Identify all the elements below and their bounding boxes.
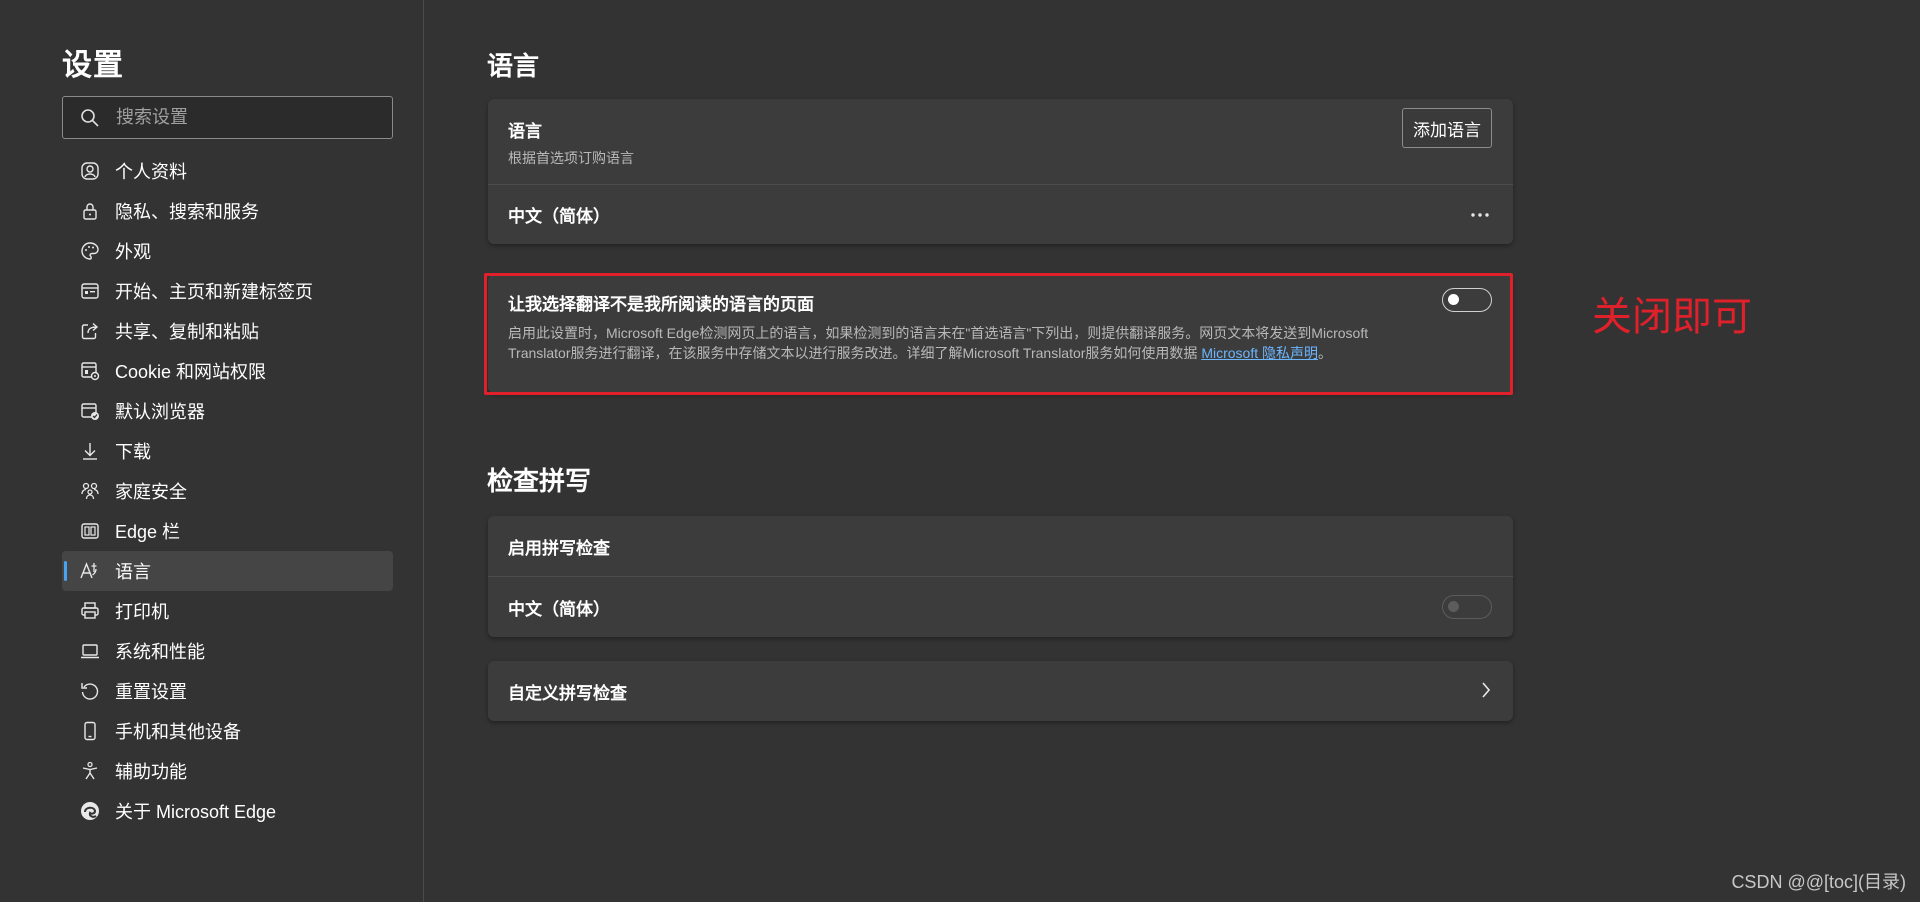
toggle-knob: [1448, 601, 1459, 612]
default-browser-icon: [79, 400, 101, 422]
sidebar-item-cookies[interactable]: Cookie 和网站权限: [62, 351, 393, 391]
language-row-title: 语言: [508, 122, 542, 141]
sidebar-nav: 个人资料 隐私、搜索和服务 外观 开始、主页和新建标签页 共享、复制和粘贴 Co…: [62, 151, 393, 831]
sidebar-item-label: Cookie 和网站权限: [115, 362, 267, 382]
translate-description: 启用此设置时，Microsoft Edge检测网页上的语言，如果检测到的语言未在…: [508, 323, 1428, 363]
sidebar-item-label: 个人资料: [115, 162, 187, 182]
sidebar-item-appearance[interactable]: 外观: [62, 231, 393, 271]
sidebar-item-label: 家庭安全: [115, 482, 187, 502]
translate-card: 让我选择翻译不是我所阅读的语言的页面 启用此设置时，Microsoft Edge…: [488, 275, 1513, 393]
profile-icon: [79, 160, 101, 182]
sidebar-item-system[interactable]: 系统和性能: [62, 631, 393, 671]
toggle-knob: [1448, 294, 1459, 305]
sidebar-item-label: 下载: [115, 442, 151, 462]
language-section-title: 语言: [487, 51, 540, 81]
sidebar-item-phone[interactable]: 手机和其他设备: [62, 711, 393, 751]
language-icon: [79, 560, 101, 582]
translate-title: 让我选择翻译不是我所阅读的语言的页面: [508, 295, 814, 314]
sidebar-item-language[interactable]: 语言: [62, 551, 393, 591]
sidebar-item-accessibility[interactable]: 辅助功能: [62, 751, 393, 791]
translate-content: 让我选择翻译不是我所阅读的语言的页面 启用此设置时，Microsoft Edge…: [508, 290, 1428, 363]
lock-icon: [79, 200, 101, 222]
sidebar-item-label: 打印机: [115, 602, 169, 622]
spell-language-row: 中文（简体）: [488, 576, 1513, 637]
language-item-row: 中文（简体）: [488, 184, 1513, 244]
sidebar-item-reset[interactable]: 重置设置: [62, 671, 393, 711]
download-icon: [79, 440, 101, 462]
palette-icon: [79, 240, 101, 262]
accessibility-icon: [79, 760, 101, 782]
home-tab-icon: [79, 280, 101, 302]
sidebar-item-share[interactable]: 共享、复制和粘贴: [62, 311, 393, 351]
edge-bar-icon: [79, 520, 101, 542]
sidebar-item-label: 辅助功能: [115, 762, 187, 782]
sidebar-item-label: Edge 栏: [115, 522, 181, 542]
language-card: 语言 根据首选项订购语言 添加语言 中文（简体）: [488, 99, 1513, 244]
sidebar-item-profile[interactable]: 个人资料: [62, 151, 393, 191]
sidebar-item-start-home[interactable]: 开始、主页和新建标签页: [62, 271, 393, 311]
sidebar-item-label: 重置设置: [115, 682, 187, 702]
search-input[interactable]: [116, 107, 392, 128]
translate-description-end: 。: [1318, 345, 1332, 361]
language-row-subtitle: 根据首选项订购语言: [508, 150, 634, 166]
language-header-row: 语言 根据首选项订购语言 添加语言: [488, 99, 1513, 184]
spell-section-title: 检查拼写: [487, 466, 592, 496]
more-options-icon[interactable]: [1467, 205, 1493, 225]
sidebar-item-label: 开始、主页和新建标签页: [115, 282, 313, 302]
sidebar-item-downloads[interactable]: 下载: [62, 431, 393, 471]
search-icon: [80, 108, 100, 128]
spell-language-label: 中文（简体）: [508, 599, 610, 619]
edge-logo-icon: [79, 800, 101, 822]
settings-window: 设置 个人资料 隐私、搜索和服务: [0, 0, 1920, 902]
family-icon: [79, 480, 101, 502]
reset-icon: [79, 680, 101, 702]
custom-spell-label: 自定义拼写检查: [508, 683, 627, 703]
sidebar: 设置 个人资料 隐私、搜索和服务: [0, 0, 424, 902]
sidebar-item-family[interactable]: 家庭安全: [62, 471, 393, 511]
printer-icon: [79, 600, 101, 622]
add-language-button[interactable]: 添加语言: [1402, 108, 1492, 148]
custom-spell-card[interactable]: 自定义拼写检查: [488, 661, 1513, 721]
sidebar-item-label: 共享、复制和粘贴: [115, 322, 259, 342]
watermark: CSDN @@[toc](目录): [1731, 872, 1906, 892]
phone-icon: [79, 720, 101, 742]
privacy-statement-link[interactable]: Microsoft 隐私声明: [1201, 345, 1318, 361]
spell-card: 启用拼写检查 中文（简体）: [488, 516, 1513, 637]
sidebar-item-printers[interactable]: 打印机: [62, 591, 393, 631]
sidebar-item-label: 语言: [115, 562, 151, 582]
search-box[interactable]: [62, 96, 393, 139]
sidebar-item-edge-bar[interactable]: Edge 栏: [62, 511, 393, 551]
chevron-right-icon: [1481, 681, 1491, 704]
sidebar-item-label: 默认浏览器: [115, 402, 205, 422]
share-icon: [79, 320, 101, 342]
spell-enable-row: 启用拼写检查: [488, 516, 1513, 576]
translate-toggle[interactable]: [1442, 288, 1492, 312]
spell-enable-label: 启用拼写检查: [508, 538, 610, 558]
sidebar-item-default-browser[interactable]: 默认浏览器: [62, 391, 393, 431]
custom-spell-row[interactable]: 自定义拼写检查: [488, 661, 1513, 721]
cookie-site-permissions-icon: [79, 360, 101, 382]
sidebar-title: 设置: [62, 49, 124, 82]
sidebar-item-label: 外观: [115, 242, 151, 262]
sidebar-item-about[interactable]: 关于 Microsoft Edge: [62, 791, 393, 831]
sidebar-item-label: 系统和性能: [115, 642, 205, 662]
sidebar-item-label: 关于 Microsoft Edge: [115, 802, 277, 822]
language-item-label: 中文（简体）: [508, 207, 610, 226]
sidebar-item-privacy[interactable]: 隐私、搜索和服务: [62, 191, 393, 231]
laptop-icon: [79, 640, 101, 662]
spell-language-toggle[interactable]: [1442, 595, 1492, 619]
annotation-text: 关闭即可: [1592, 295, 1752, 339]
sidebar-item-label: 手机和其他设备: [115, 722, 241, 742]
sidebar-item-label: 隐私、搜索和服务: [115, 202, 259, 222]
